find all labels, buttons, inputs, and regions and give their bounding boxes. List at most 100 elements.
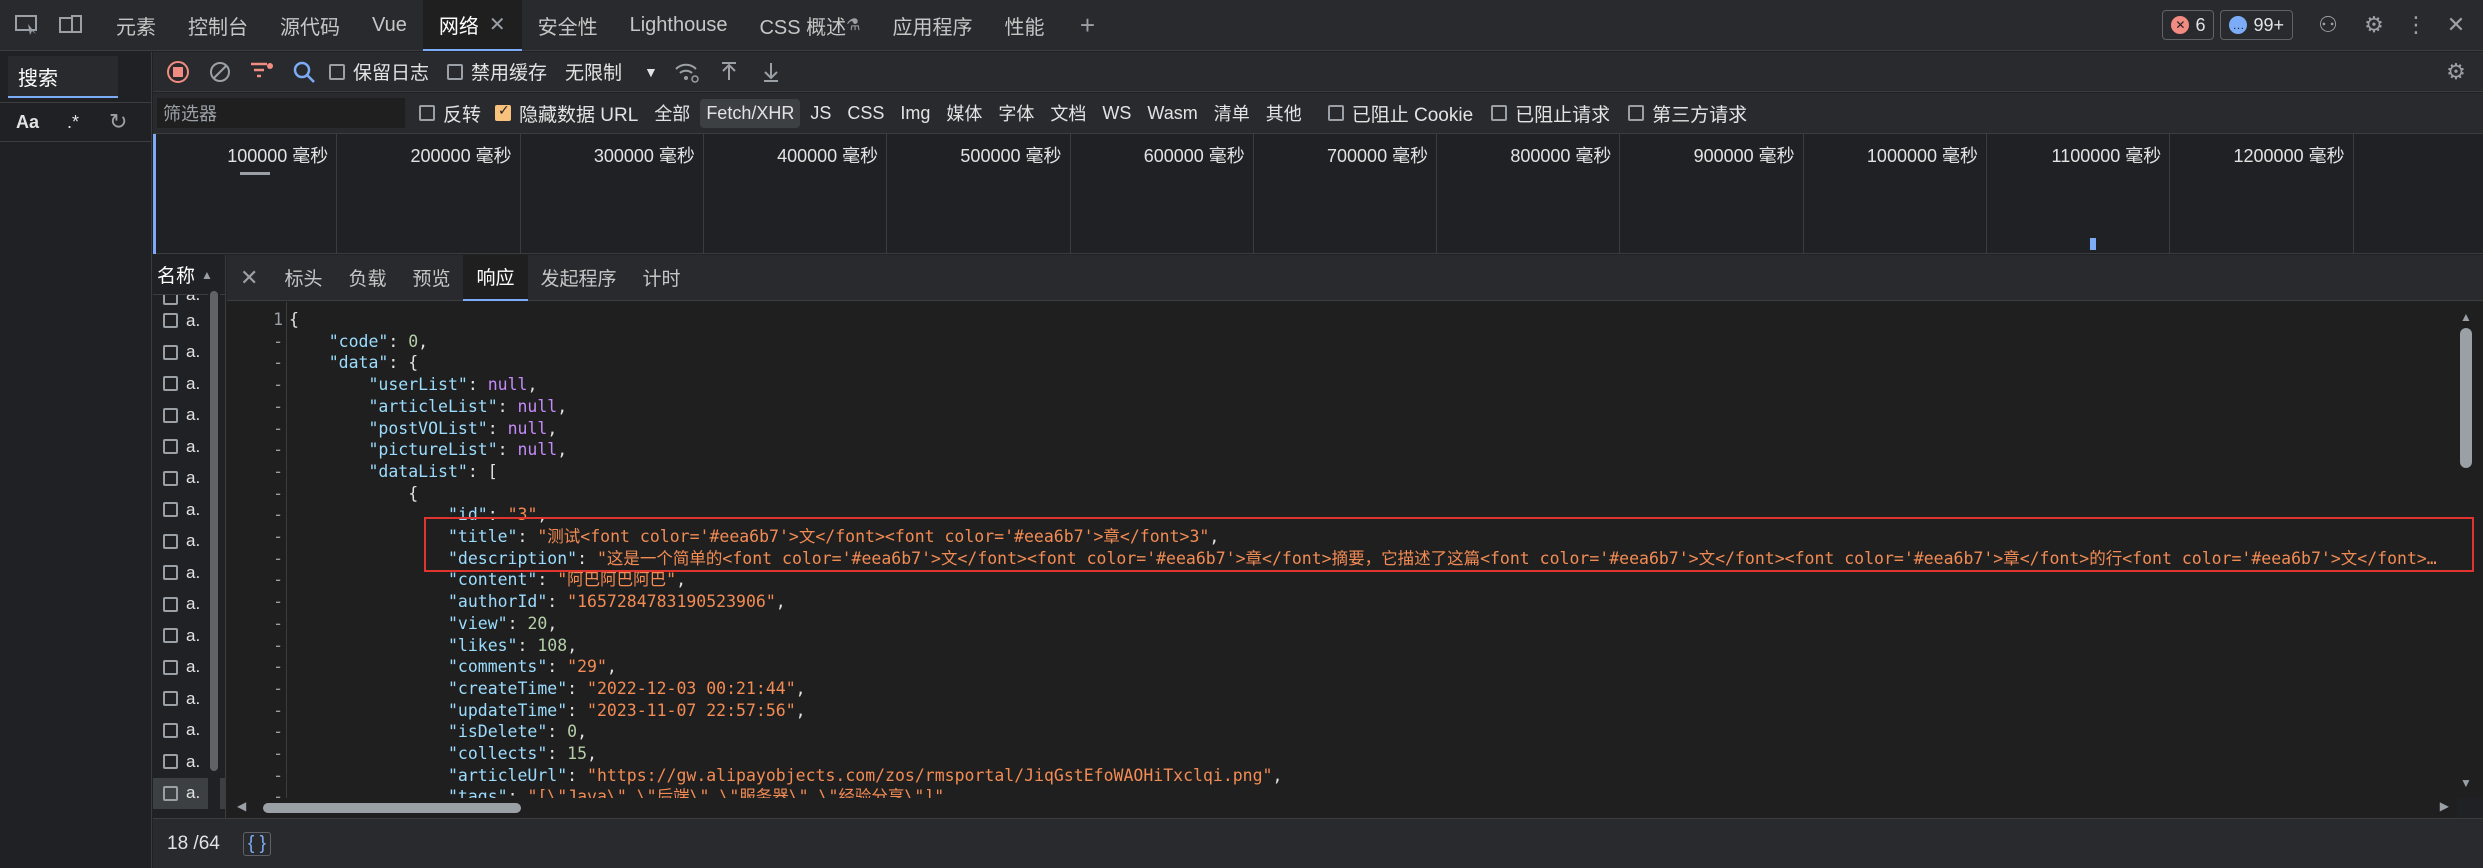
search-icon[interactable] bbox=[287, 55, 321, 89]
network-conditions-icon[interactable] bbox=[670, 55, 704, 89]
search-tab[interactable]: 搜索 bbox=[8, 56, 118, 98]
panel-tab[interactable]: Vue bbox=[356, 0, 423, 51]
scroll-up-icon[interactable]: ▲ bbox=[2455, 310, 2477, 324]
code-line: - "createTime": "2022-12-03 00:21:44", bbox=[227, 678, 2457, 700]
line-number: - bbox=[273, 483, 283, 503]
line-number: - bbox=[273, 700, 283, 720]
regex-button[interactable]: .* bbox=[67, 112, 79, 133]
close-tab-icon[interactable]: ✕ bbox=[489, 12, 506, 37]
detail-tab[interactable]: 响应 bbox=[463, 254, 528, 301]
timeline-tick-label: 700000 毫秒 bbox=[1327, 146, 1429, 166]
timeline-selection-handle[interactable] bbox=[153, 134, 156, 254]
panel-tab[interactable]: 控制台 bbox=[172, 0, 264, 51]
hide-data-urls-checkbox[interactable]: 隐藏数据 URL bbox=[495, 100, 638, 127]
panel-tab[interactable]: Lighthouse bbox=[614, 0, 744, 51]
code-line: - { bbox=[227, 483, 2457, 505]
more-options-icon[interactable]: ⋮ bbox=[2401, 10, 2431, 40]
error-count: 6 bbox=[2195, 14, 2206, 35]
type-filter[interactable]: 清单 bbox=[1208, 96, 1256, 130]
code-token: null bbox=[517, 440, 558, 460]
remote-devices-icon[interactable]: ⚇ bbox=[2313, 10, 2343, 40]
hide-data-urls-box bbox=[495, 102, 512, 121]
name-header-label: 名称 bbox=[157, 266, 196, 287]
detail-tab[interactable]: 计时 bbox=[630, 255, 694, 301]
search-tab-label: 搜索 bbox=[18, 67, 58, 90]
panel-tab[interactable]: 网络 ✕ bbox=[422, 0, 522, 51]
device-toolbar-icon[interactable] bbox=[56, 10, 86, 40]
code-token: "[\"Java\",\"后端\",\"服务器\",\"经验分享\"]" bbox=[527, 787, 945, 798]
detail-tab[interactable]: 负载 bbox=[335, 255, 399, 301]
panel-tab[interactable]: 元素 bbox=[100, 0, 172, 51]
panel-tab[interactable]: 应用程序 bbox=[877, 0, 989, 51]
line-content: { bbox=[289, 309, 299, 331]
type-filter[interactable]: 字体 bbox=[992, 96, 1040, 130]
pretty-print-button[interactable]: { } bbox=[243, 831, 271, 856]
type-filter[interactable]: Fetch/XHR bbox=[700, 98, 801, 128]
blocked-requests-checkbox[interactable]: 已阻止请求 bbox=[1491, 100, 1610, 127]
more-tabs-plus-icon[interactable]: + bbox=[1073, 10, 1103, 40]
panel-tab[interactable]: 安全性 bbox=[522, 0, 614, 51]
refresh-icon[interactable]: ↻ bbox=[109, 109, 127, 135]
panel-tab[interactable]: 源代码 bbox=[264, 0, 356, 51]
type-filter-all[interactable]: 全部 bbox=[648, 96, 696, 130]
code-token: : bbox=[467, 375, 488, 395]
inspect-element-icon[interactable] bbox=[12, 10, 42, 40]
type-filter[interactable]: Wasm bbox=[1141, 99, 1203, 128]
type-filter[interactable]: 媒体 bbox=[940, 96, 988, 130]
detail-tab[interactable]: 发起程序 bbox=[528, 255, 630, 301]
code-token: , bbox=[587, 744, 597, 763]
scroll-right-icon[interactable]: ▶ bbox=[2440, 799, 2449, 813]
type-filter[interactable]: 其他 bbox=[1260, 96, 1308, 130]
record-stop-icon[interactable] bbox=[161, 55, 195, 89]
detail-tab[interactable]: 预览 bbox=[399, 255, 463, 301]
detail-tab[interactable]: 标头 bbox=[271, 255, 335, 301]
request-count: 18 /64 bbox=[167, 832, 220, 854]
type-filter[interactable]: 文档 bbox=[1044, 96, 1092, 130]
match-case-button[interactable]: Aa bbox=[16, 112, 39, 133]
preserve-log-checkbox[interactable]: 保留日志 bbox=[329, 58, 429, 85]
message-badge[interactable]: … 99+ bbox=[2220, 10, 2293, 40]
horizontal-scroll-thumb[interactable] bbox=[263, 803, 521, 813]
error-badge[interactable]: ✕ 6 bbox=[2162, 10, 2215, 40]
export-har-icon[interactable] bbox=[754, 55, 788, 89]
request-list-scroll-thumb[interactable] bbox=[210, 291, 218, 771]
type-filter[interactable]: Img bbox=[894, 99, 936, 128]
response-horizontal-scrollbar[interactable]: ◀ ▶ bbox=[227, 798, 2457, 818]
blocked-cookies-checkbox[interactable]: 已阻止 Cookie bbox=[1327, 100, 1473, 127]
timeline-overview[interactable]: 100000 毫秒 200000 毫秒 300000 毫秒 400000 毫秒 5000… bbox=[153, 134, 2483, 254]
network-settings-gear-icon[interactable]: ⚙ bbox=[2439, 55, 2473, 89]
code-line: - "view": 20, bbox=[227, 613, 2457, 635]
clear-icon[interactable] bbox=[203, 55, 237, 89]
throttle-select[interactable]: 无限制 ▼ bbox=[565, 58, 658, 85]
code-token: "view" bbox=[447, 613, 508, 633]
settings-gear-icon[interactable]: ⚙ bbox=[2359, 10, 2389, 40]
scroll-left-icon[interactable]: ◀ bbox=[237, 799, 246, 813]
import-har-icon[interactable] bbox=[712, 55, 746, 89]
type-filter[interactable]: WS bbox=[1096, 99, 1137, 128]
code-token: , bbox=[775, 592, 786, 612]
vertical-scroll-thumb[interactable] bbox=[2460, 328, 2472, 468]
code-token: : { bbox=[388, 353, 419, 373]
line-content: "updateTime": "2023-11-07 22:57:56", bbox=[289, 700, 806, 722]
filter-icon[interactable] bbox=[245, 55, 279, 89]
disable-cache-checkbox[interactable]: 禁用缓存 bbox=[447, 58, 547, 85]
code-token: : bbox=[547, 744, 568, 763]
response-vertical-scrollbar[interactable]: ▲ ▼ bbox=[2455, 310, 2477, 790]
line-number: - bbox=[273, 440, 283, 460]
panel-tab[interactable]: CSS 概述 ⚗ bbox=[743, 0, 876, 51]
type-filter[interactable]: JS bbox=[804, 99, 837, 128]
code-token: "articleList" bbox=[368, 396, 498, 416]
scroll-down-icon[interactable]: ▼ bbox=[2455, 776, 2477, 790]
filter-input[interactable]: 筛选器 bbox=[157, 98, 405, 128]
code-line: - "dataList": [ bbox=[227, 461, 2457, 483]
close-detail-icon[interactable]: ✕ bbox=[227, 255, 271, 301]
third-party-checkbox[interactable]: 第三方请求 bbox=[1628, 100, 1747, 127]
request-list-scrollbar[interactable] bbox=[208, 283, 220, 813]
type-filter[interactable]: CSS bbox=[841, 99, 890, 128]
panel-tab[interactable]: 性能 bbox=[989, 0, 1061, 51]
timeline-gridline bbox=[1986, 134, 1987, 254]
line-number: - bbox=[273, 505, 283, 525]
invert-checkbox[interactable]: 反转 bbox=[419, 100, 481, 127]
close-devtools-icon[interactable]: ✕ bbox=[2441, 10, 2471, 40]
